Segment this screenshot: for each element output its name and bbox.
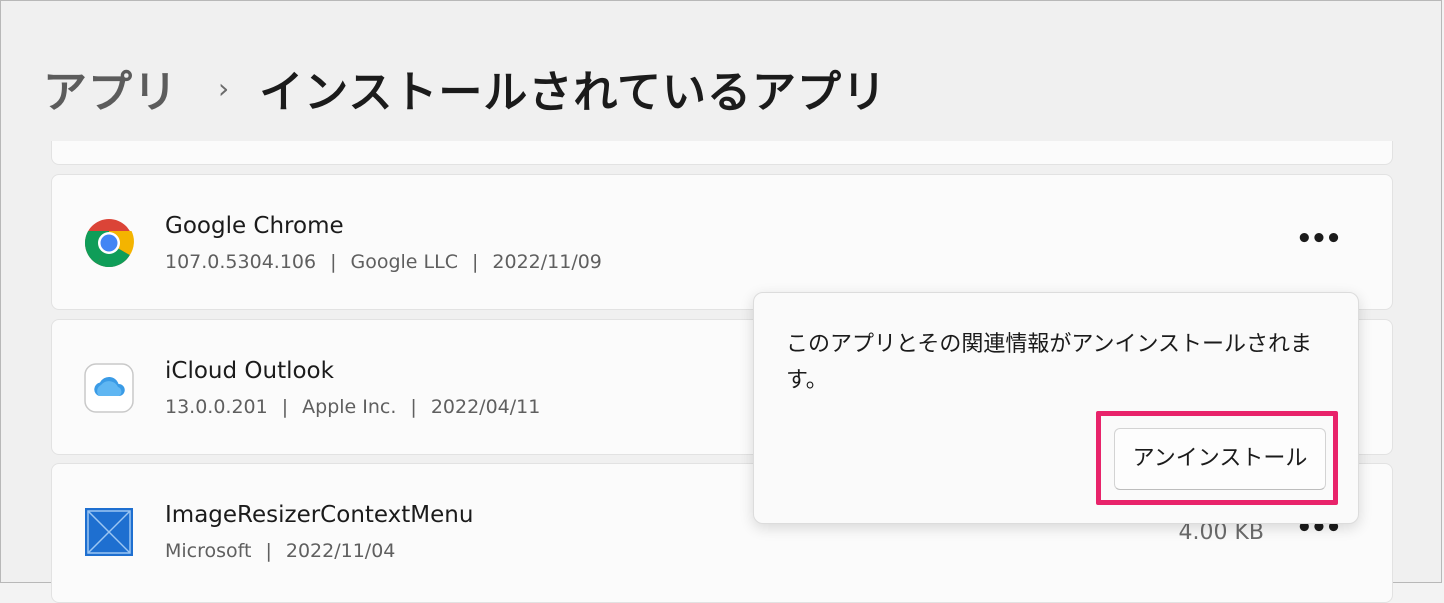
app-meta: 13.0.0.201 | Apple Inc. | 2022/04/11 [165,396,540,418]
app-publisher: Apple Inc. [302,396,397,418]
uninstall-button[interactable]: アンインストール [1114,428,1326,490]
meta-separator: | [471,251,479,273]
app-name: Google Chrome [165,213,344,239]
meta-separator: | [410,396,417,418]
meta-separator: | [265,540,272,562]
app-install-date: 2022/11/09 [492,251,602,273]
uninstall-message: このアプリとその関連情報がアンインストールされます。 [786,332,1313,393]
app-list-item-google-chrome: Google Chrome 107.0.5304.106 | Google LLC |… [51,174,1393,310]
meta-separator: | [330,251,337,273]
uninstall-confirm-flyout: このアプリとその関連情報がアンインストールされます。 アンインストール [753,292,1359,524]
app-publisher: Google LLC [350,251,458,273]
list-item-partial [51,141,1393,165]
app-meta: Microsoft | 2022/11/04 [165,540,395,562]
chrome-icon [84,219,134,268]
page-title: インストールされているアプリ [259,67,888,118]
breadcrumb-apps-link[interactable]: アプリ [43,56,178,120]
image-resizer-icon [85,508,133,556]
breadcrumb: アプリ › インストールされているアプリ [43,53,887,123]
app-meta: 107.0.5304.106 | Google LLC | 2022/11/09 [165,251,602,273]
app-version: 107.0.5304.106 [165,251,317,273]
app-version: 13.0.0.201 [165,396,268,418]
more-options-button[interactable]: ••• [1296,226,1342,260]
app-install-date: 2022/04/11 [430,396,541,418]
chevron-right-icon: › [218,71,230,105]
app-name: iCloud Outlook [165,358,334,384]
app-name: ImageResizerContextMenu [165,502,474,528]
meta-separator: | [281,396,289,418]
settings-window: アプリ › インストールされているアプリ Google Chrome 107.0… [0,0,1442,603]
icloud-icon [84,363,134,413]
app-publisher: Microsoft [165,540,252,562]
app-install-date: 2022/11/04 [285,540,396,562]
